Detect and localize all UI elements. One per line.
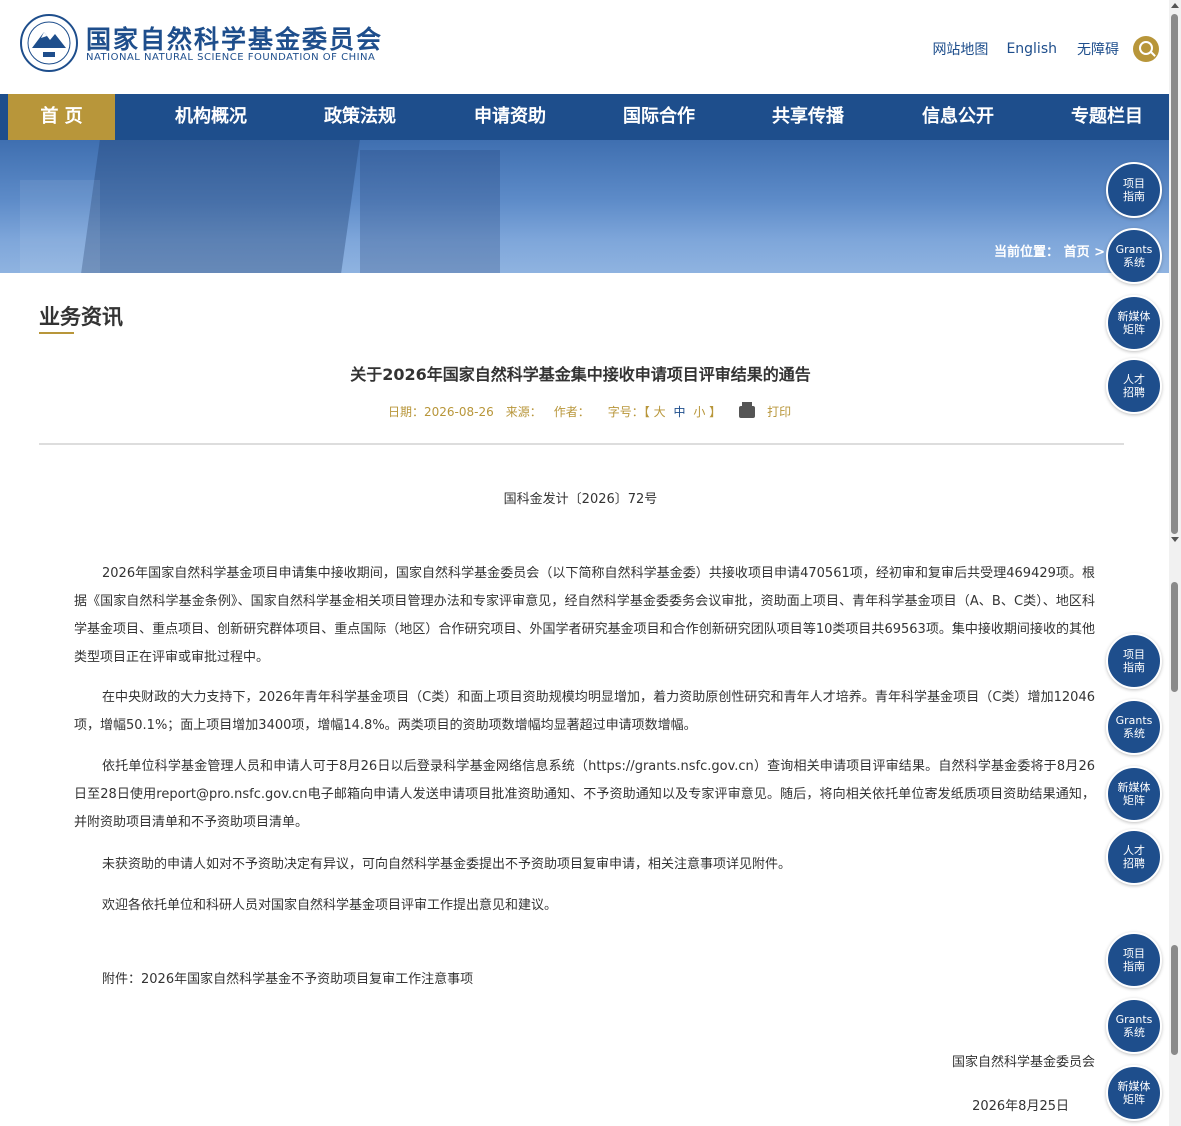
nav-share[interactable]: 共享传播 xyxy=(758,94,858,140)
nsfc-logo[interactable] xyxy=(20,14,78,72)
nav-topics[interactable]: 专题栏目 xyxy=(1057,94,1157,140)
scrollbar-thumb[interactable] xyxy=(1171,945,1178,1055)
top-links: 网站地图 English 无障碍 xyxy=(932,36,1159,62)
sign-date: 2026年8月25日 xyxy=(972,1099,1069,1114)
article-author: 作者： xyxy=(553,405,590,419)
nav-policy[interactable]: 政策法规 xyxy=(310,94,410,140)
site-name: 国家自然科学基金委员会 xyxy=(86,25,384,54)
float-new-media[interactable]: 新媒体 矩阵 xyxy=(1106,295,1162,351)
scrollbar-thumb[interactable] xyxy=(1171,582,1178,692)
signature: 国家自然科学基金委员会 xyxy=(951,1055,1095,1070)
float-project-guide[interactable]: 项目 指南 xyxy=(1106,932,1162,988)
scrollbar-thumb[interactable] xyxy=(1171,14,1178,534)
english-link[interactable]: English xyxy=(1006,41,1057,57)
paragraph: 依托单位科学基金管理人员和申请人可于8月26日以后登录科学基金网络信息系统（ht… xyxy=(74,759,1095,830)
nav-home[interactable]: 首 页 xyxy=(8,94,115,140)
nav-apply[interactable]: 申请资助 xyxy=(460,94,560,140)
section-underline xyxy=(39,332,74,334)
main-nav: 首 页 机构概况 政策法规 申请资助 国际合作 共享传播 信息公开 专题栏目 xyxy=(0,94,1169,140)
page-scrollbar[interactable] xyxy=(1169,0,1181,1126)
font-size-control: 字号：【 大 中 小 】 xyxy=(607,405,722,419)
site-header: 国家自然科学基金委员会 NATIONAL NATURAL SCIENCE FOU… xyxy=(0,0,1169,94)
float-project-guide[interactable]: 项目 指南 xyxy=(1106,162,1162,218)
nav-international[interactable]: 国际合作 xyxy=(609,94,709,140)
scroll-up-arrow[interactable] xyxy=(1171,3,1179,8)
attachment-link[interactable]: 附件：2026年国家自然科学基金不予资助项目复审工作注意事项 xyxy=(74,966,1095,994)
document-number: 国科金发计〔2026〕72号 xyxy=(503,492,658,507)
float-recruitment[interactable]: 人才 招聘 xyxy=(1106,829,1162,885)
float-recruitment[interactable]: 人才 招聘 xyxy=(1106,358,1162,414)
paragraph: 未获资助的申请人如对不予资助决定有异议，可向自然科学基金委提出不予资助项目复审申… xyxy=(102,857,792,872)
printer-icon xyxy=(739,401,756,418)
paragraph: 在中央财政的大力支持下，2026年青年科学基金项目（C类）和面上项目资助规模均明… xyxy=(74,690,1095,733)
title-divider xyxy=(39,443,1124,445)
article-date: 日期：2026-08-26 xyxy=(388,405,494,419)
main-content: 业务资讯 关于2026年国家自然科学基金集中接收申请项目评审结果的通告 日期：2… xyxy=(8,273,1169,1126)
section-title: 业务资讯 xyxy=(39,305,123,329)
paragraph: 欢迎各依托单位和科研人员对国家自然科学基金项目评审工作提出意见和建议。 xyxy=(102,898,558,913)
font-size-large[interactable]: 大 xyxy=(654,405,666,419)
banner-image: 当前位置： 首页 > xyxy=(0,140,1169,273)
print-button[interactable]: 打印 xyxy=(739,401,803,420)
float-grants-system[interactable]: Grants 系统 xyxy=(1106,228,1162,284)
article-title: 关于2026年国家自然科学基金集中接收申请项目评审结果的通告 xyxy=(350,365,811,384)
nav-about[interactable]: 机构概况 xyxy=(161,94,261,140)
font-size-small[interactable]: 小 xyxy=(693,405,705,419)
float-new-media[interactable]: 新媒体 矩阵 xyxy=(1106,1065,1162,1121)
paragraph: 2026年国家自然科学基金项目申请集中接收期间，国家自然科学基金委员会（以下简称… xyxy=(74,566,1095,665)
float-project-guide[interactable]: 项目 指南 xyxy=(1106,633,1162,689)
article-source: 来源： xyxy=(505,405,542,419)
float-new-media[interactable]: 新媒体 矩阵 xyxy=(1106,766,1162,822)
article-meta: 日期：2026-08-26 来源： 作者： 字号：【 大 中 小 】 打印 xyxy=(388,401,815,420)
nav-info[interactable]: 信息公开 xyxy=(908,94,1008,140)
font-size-medium[interactable]: 中 xyxy=(673,405,685,419)
site-name-en: NATIONAL NATURAL SCIENCE FOUNDATION OF C… xyxy=(86,52,376,63)
float-grants-system[interactable]: Grants 系统 xyxy=(1106,699,1162,755)
accessibility-link[interactable]: 无障碍 xyxy=(1077,39,1119,59)
search-icon[interactable] xyxy=(1133,36,1159,62)
float-grants-system[interactable]: Grants 系统 xyxy=(1106,998,1162,1054)
scroll-down-arrow[interactable] xyxy=(1171,537,1179,542)
sitemap-link[interactable]: 网站地图 xyxy=(932,39,988,59)
breadcrumb[interactable]: 当前位置： 首页 > xyxy=(994,241,1105,260)
